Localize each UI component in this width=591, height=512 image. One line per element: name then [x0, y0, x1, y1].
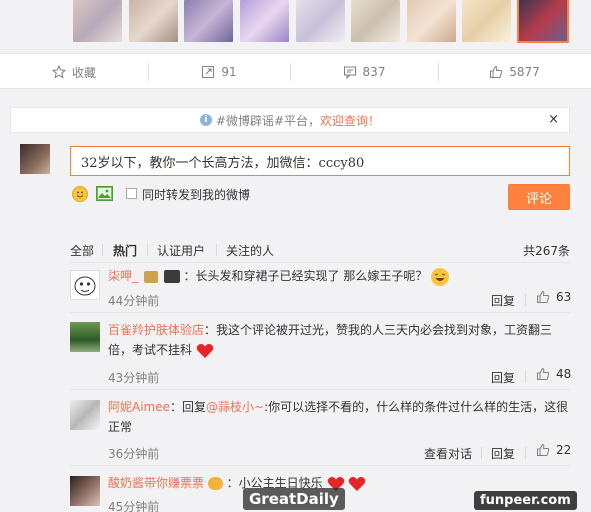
- comment-text: 百雀羚护肤体验店：我这个评论被开过光，赞我的人三天内必会找到对象，工资翻三 倍，…: [108, 320, 570, 360]
- comment-timestamp: 44分钟前: [108, 294, 160, 308]
- tab-following[interactable]: 关注的人: [226, 242, 274, 259]
- thumbs-up-icon: [490, 65, 503, 78]
- comment-text: 柒呷_ ：长头发和穿裙子已经实现了 那么嫁王子呢？: [108, 266, 508, 286]
- repost-checkbox[interactable]: [126, 188, 137, 199]
- comment-body: ：回复: [170, 400, 207, 414]
- divider: [216, 244, 217, 256]
- comment-username[interactable]: 阿妮Aimee: [108, 400, 170, 414]
- comment-like-button[interactable]: 22: [536, 443, 571, 457]
- rumor-notice-banner: i #微博辟谣#平台， 欢迎查询！ ×: [10, 107, 570, 133]
- notice-text: #微博辟谣#平台，: [215, 113, 321, 128]
- photo-thumbnail[interactable]: [296, 0, 345, 42]
- close-icon[interactable]: ×: [548, 112, 559, 127]
- repost-icon: [202, 66, 215, 78]
- comment-button[interactable]: 837: [290, 54, 438, 90]
- repost-checkbox-label: 同时转发到我的微博: [142, 188, 251, 202]
- comment-total: 共267条: [523, 244, 570, 258]
- thumbs-up-icon: [537, 290, 550, 303]
- badge-icon: [163, 270, 180, 283]
- avatar[interactable]: [70, 270, 100, 300]
- comment-like-count: 48: [556, 367, 572, 381]
- photo-thumbnail-selected[interactable]: [517, 0, 569, 43]
- comment-like-count: 63: [556, 290, 572, 304]
- star-icon: [51, 65, 66, 79]
- comment-username[interactable]: 柒呷_: [108, 269, 138, 283]
- comment-username[interactable]: 酸奶酱带你赚票票: [108, 476, 204, 490]
- comment-body: 倍，考试不挂科: [108, 343, 193, 357]
- laughing-emoji-icon: [431, 267, 450, 286]
- reply-button[interactable]: 回复: [491, 445, 515, 462]
- divider: [70, 262, 570, 263]
- view-conversation-link[interactable]: 查看对话: [424, 445, 472, 462]
- heart-emoji-icon: [196, 343, 214, 358]
- comment-icon: [343, 66, 356, 79]
- divider: [525, 371, 526, 383]
- comment-timestamp: 45分钟前: [108, 500, 160, 512]
- mention-link[interactable]: @蒜枝小~: [206, 400, 264, 414]
- photo-thumbnail[interactable]: [407, 0, 456, 42]
- divider: [70, 465, 570, 466]
- tab-all[interactable]: 全部: [70, 242, 94, 259]
- heart-emoji-icon: [349, 476, 366, 491]
- avatar[interactable]: [70, 322, 100, 352]
- favorite-label: 收藏: [71, 65, 96, 80]
- comment-username[interactable]: 百雀羚护肤体验店: [108, 323, 204, 337]
- divider: [481, 447, 482, 459]
- divider: [525, 447, 526, 459]
- thumbs-up-icon: [537, 443, 550, 456]
- tab-verified-users[interactable]: 认证用户: [157, 242, 205, 259]
- badge-icon: [143, 270, 158, 283]
- photo-thumbnail[interactable]: [184, 0, 233, 42]
- comment-timestamp: 36分钟前: [108, 447, 160, 461]
- comment-like-count: 22: [556, 443, 572, 457]
- photo-thumbnail[interactable]: [351, 0, 400, 42]
- notice-link[interactable]: 欢迎查询！: [320, 112, 380, 129]
- tab-hot[interactable]: 热门: [113, 242, 137, 259]
- photo-thumbnail[interactable]: [73, 0, 122, 42]
- emoji-icon[interactable]: [72, 186, 88, 202]
- post-action-bar: 收藏 91 837 5877: [0, 53, 591, 89]
- avatar[interactable]: [20, 144, 50, 174]
- like-button[interactable]: 5877: [438, 54, 591, 90]
- watermark-right: funpeer.com: [474, 491, 577, 510]
- badge-icon: [207, 477, 223, 490]
- favorite-button[interactable]: 收藏: [0, 54, 148, 90]
- thumbs-up-icon: [537, 367, 550, 380]
- divider: [70, 389, 570, 390]
- comment-like-button[interactable]: 48: [536, 367, 571, 381]
- comment-timestamp: 43分钟前: [108, 371, 160, 385]
- divider: [70, 312, 570, 313]
- photo-thumbnail[interactable]: [129, 0, 178, 42]
- image-upload-icon[interactable]: [96, 186, 113, 201]
- divider: [147, 244, 148, 256]
- photo-thumbnail-strip: [0, 0, 591, 50]
- repost-count: 91: [221, 65, 237, 79]
- comment-body: 正常: [108, 420, 133, 434]
- repost-button[interactable]: 91: [148, 54, 290, 90]
- comment-input[interactable]: 32岁以下，教你一个长高方法，加微信：cccy80: [70, 146, 570, 176]
- avatar[interactable]: [70, 476, 100, 506]
- reply-button[interactable]: 回复: [491, 369, 515, 386]
- info-icon: i: [199, 114, 212, 126]
- reply-button[interactable]: 回复: [491, 292, 515, 309]
- submit-comment-button[interactable]: 评论: [508, 184, 570, 210]
- comment-body: ：我这个评论被开过光，赞我的人三天内必会找到对象，工资翻三: [204, 323, 553, 337]
- comment-count: 837: [362, 65, 386, 79]
- comment-body: ：长头发和穿裙子已经实现了 那么嫁王子呢？: [183, 269, 428, 283]
- comment-text: 阿妮Aimee：回复@蒜枝小~:你可以选择不看的，什么样的条件过什么样的生活，这…: [108, 397, 570, 437]
- divider: [525, 294, 526, 306]
- photo-thumbnail[interactable]: [240, 0, 289, 42]
- like-count: 5877: [509, 65, 540, 79]
- comment-like-button[interactable]: 63: [536, 290, 571, 304]
- comment-body: :你可以选择不看的，什么样的条件过什么样的生活，这很: [264, 400, 569, 414]
- watermark-left: GreatDaily: [243, 488, 345, 510]
- comment-filter-tabs: 全部 热门 认证用户 关注的人 共267条: [70, 242, 570, 258]
- avatar[interactable]: [70, 400, 100, 430]
- divider: [102, 244, 103, 256]
- photo-thumbnail[interactable]: [462, 0, 511, 42]
